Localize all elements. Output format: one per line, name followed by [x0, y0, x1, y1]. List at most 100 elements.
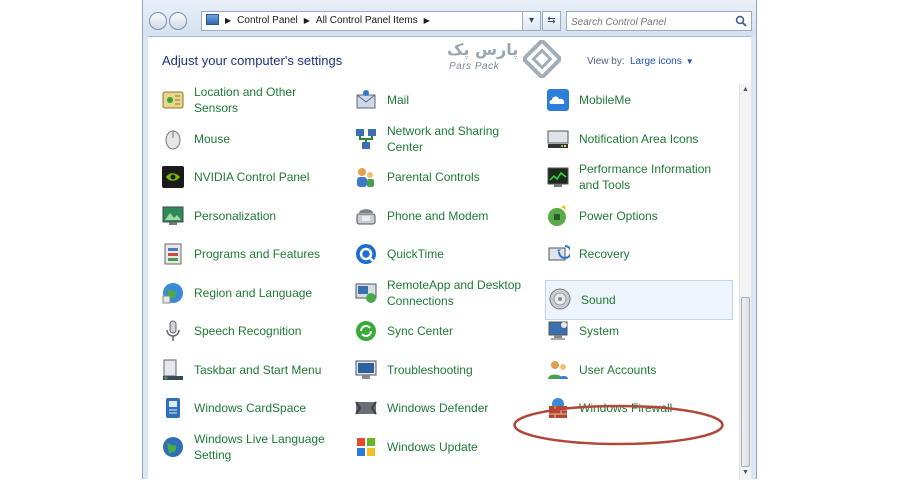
- content-pane: Adjust your computer's settings پارس پک …: [148, 36, 751, 480]
- windows-update-icon: [357, 437, 375, 456]
- item-label[interactable]: Phone and Modem: [387, 208, 527, 224]
- search-icon[interactable]: [735, 15, 747, 27]
- item-taskbar-start-menu[interactable]: Taskbar and Start Menu: [153, 351, 338, 389]
- item-label[interactable]: Mail: [387, 92, 527, 108]
- system-icon: [548, 321, 568, 340]
- item-label[interactable]: Region and Language: [194, 285, 334, 301]
- item-notification-area[interactable]: Notification Area Icons: [538, 120, 723, 158]
- item-windows-defender[interactable]: Windows Defender: [346, 389, 531, 427]
- item-speech-recognition[interactable]: Speech Recognition: [153, 312, 338, 350]
- breadcrumb-all-items[interactable]: All Control Panel Items: [316, 15, 418, 26]
- item-label[interactable]: Parental Controls: [387, 169, 527, 185]
- breadcrumb-end-separator-icon[interactable]: ▶: [424, 16, 430, 25]
- view-by-label: View by:: [587, 56, 625, 67]
- item-label[interactable]: Windows CardSpace: [194, 400, 334, 416]
- item-label[interactable]: Sync Center: [387, 323, 527, 339]
- view-by-value[interactable]: Large icons: [630, 56, 682, 67]
- item-label[interactable]: MobileMe: [579, 92, 719, 108]
- item-troubleshooting[interactable]: Troubleshooting: [346, 351, 531, 389]
- item-label[interactable]: QuickTime: [387, 246, 527, 262]
- item-personalization[interactable]: Personalization: [153, 197, 338, 235]
- item-network-sharing[interactable]: Network and Sharing Center: [346, 120, 531, 158]
- page-heading: Adjust your computer's settings: [162, 53, 343, 68]
- item-nvidia[interactable]: NVIDIA Control Panel: [153, 158, 338, 196]
- item-system[interactable]: System: [538, 312, 723, 350]
- recovery-icon: [548, 245, 570, 261]
- refresh-button[interactable]: ⇆: [542, 11, 561, 31]
- control-panel-window: ▶ Control Panel ▶ All Control Panel Items ▶ …: [142, 0, 757, 480]
- item-windows-cardspace[interactable]: Windows CardSpace: [153, 389, 338, 427]
- parspack-watermark: پارس پک Pars Pack: [445, 40, 561, 78]
- mobileme-icon: [547, 89, 569, 111]
- item-label[interactable]: NVIDIA Control Panel: [194, 169, 334, 185]
- item-performance[interactable]: Performance Information and Tools: [538, 158, 723, 196]
- item-label[interactable]: Windows Update: [387, 439, 527, 455]
- item-label[interactable]: Performance Information and Tools: [579, 161, 719, 193]
- vertical-scrollbar[interactable]: ▲ ▼: [739, 84, 751, 480]
- notification-icon: [547, 130, 569, 148]
- item-label[interactable]: Windows Live Language Setting: [194, 431, 334, 463]
- item-mobileme[interactable]: MobileMe: [538, 81, 723, 119]
- item-power-options[interactable]: Power Options: [538, 197, 723, 235]
- item-label[interactable]: RemoteApp and Desktop Connections: [387, 277, 527, 309]
- item-label[interactable]: Windows Defender: [387, 400, 527, 416]
- item-programs-features[interactable]: Programs and Features: [153, 235, 338, 273]
- breadcrumb-control-panel[interactable]: Control Panel: [237, 15, 298, 26]
- sync-icon: [356, 321, 376, 341]
- item-parental-controls[interactable]: Parental Controls: [346, 158, 531, 196]
- scroll-down-arrow-icon[interactable]: ▼: [740, 467, 751, 479]
- forward-button[interactable]: [169, 12, 187, 30]
- scrollbar-thumb[interactable]: [741, 297, 750, 467]
- search-box[interactable]: [566, 11, 752, 31]
- item-label[interactable]: Sound: [581, 292, 721, 308]
- item-label[interactable]: Recovery: [579, 246, 719, 262]
- item-remoteapp[interactable]: RemoteApp and Desktop Connections: [346, 274, 531, 312]
- item-label[interactable]: Notification Area Icons: [579, 131, 719, 147]
- back-button[interactable]: [149, 12, 167, 30]
- item-quicktime[interactable]: QuickTime: [346, 235, 531, 273]
- mail-icon: [356, 90, 376, 109]
- scroll-up-arrow-icon[interactable]: ▲: [740, 84, 751, 96]
- control-panel-icon: [206, 14, 219, 25]
- item-label[interactable]: Network and Sharing Center: [387, 123, 527, 155]
- address-bar[interactable]: ▶ Control Panel ▶ All Control Panel Items ▶: [201, 11, 541, 31]
- item-recovery[interactable]: Recovery: [538, 235, 723, 273]
- item-label[interactable]: Taskbar and Start Menu: [194, 362, 334, 378]
- address-dropdown-button[interactable]: ▾: [522, 11, 541, 31]
- item-label[interactable]: Location and Other Sensors: [194, 84, 334, 116]
- location-sensors-icon: [162, 91, 184, 109]
- item-mouse[interactable]: Mouse: [153, 120, 338, 158]
- address-separator-icon: ▶: [225, 16, 232, 25]
- item-label[interactable]: System: [579, 323, 719, 339]
- item-mail[interactable]: Mail: [346, 81, 531, 119]
- watermark-latin-text: Pars Pack: [449, 61, 500, 72]
- sound-icon: [549, 288, 571, 310]
- item-label[interactable]: Personalization: [194, 208, 334, 224]
- speech-icon: [166, 320, 180, 341]
- item-label[interactable]: User Accounts: [579, 362, 719, 378]
- search-input[interactable]: [571, 14, 731, 31]
- programs-icon: [164, 243, 182, 265]
- breadcrumb-separator-icon[interactable]: ▶: [304, 16, 310, 25]
- view-by-dropdown[interactable]: Large icons ▼: [630, 56, 694, 67]
- item-windows-live-language[interactable]: Windows Live Language Setting: [153, 428, 338, 466]
- parental-controls-icon: [357, 168, 374, 187]
- item-label[interactable]: Troubleshooting: [387, 362, 527, 378]
- watermark-persian-text: پارس پک: [447, 40, 519, 59]
- network-icon: [356, 128, 376, 149]
- item-label[interactable]: Mouse: [194, 131, 334, 147]
- item-location-sensors[interactable]: Location and Other Sensors: [153, 81, 338, 119]
- item-phone-modem[interactable]: Phone and Modem: [346, 197, 531, 235]
- item-windows-update[interactable]: Windows Update: [346, 428, 531, 466]
- taskbar-icon: [163, 359, 183, 380]
- region-icon: [162, 282, 183, 303]
- item-user-accounts[interactable]: User Accounts: [538, 351, 723, 389]
- item-label[interactable]: Programs and Features: [194, 246, 334, 262]
- defender-icon: [355, 401, 377, 415]
- item-label[interactable]: Power Options: [579, 208, 719, 224]
- item-sync-center[interactable]: Sync Center: [346, 312, 531, 350]
- item-region-language[interactable]: Region and Language: [153, 274, 338, 312]
- item-label[interactable]: Speech Recognition: [194, 323, 334, 339]
- chevron-down-icon[interactable]: ▼: [686, 57, 694, 66]
- phone-modem-icon: [356, 208, 376, 224]
